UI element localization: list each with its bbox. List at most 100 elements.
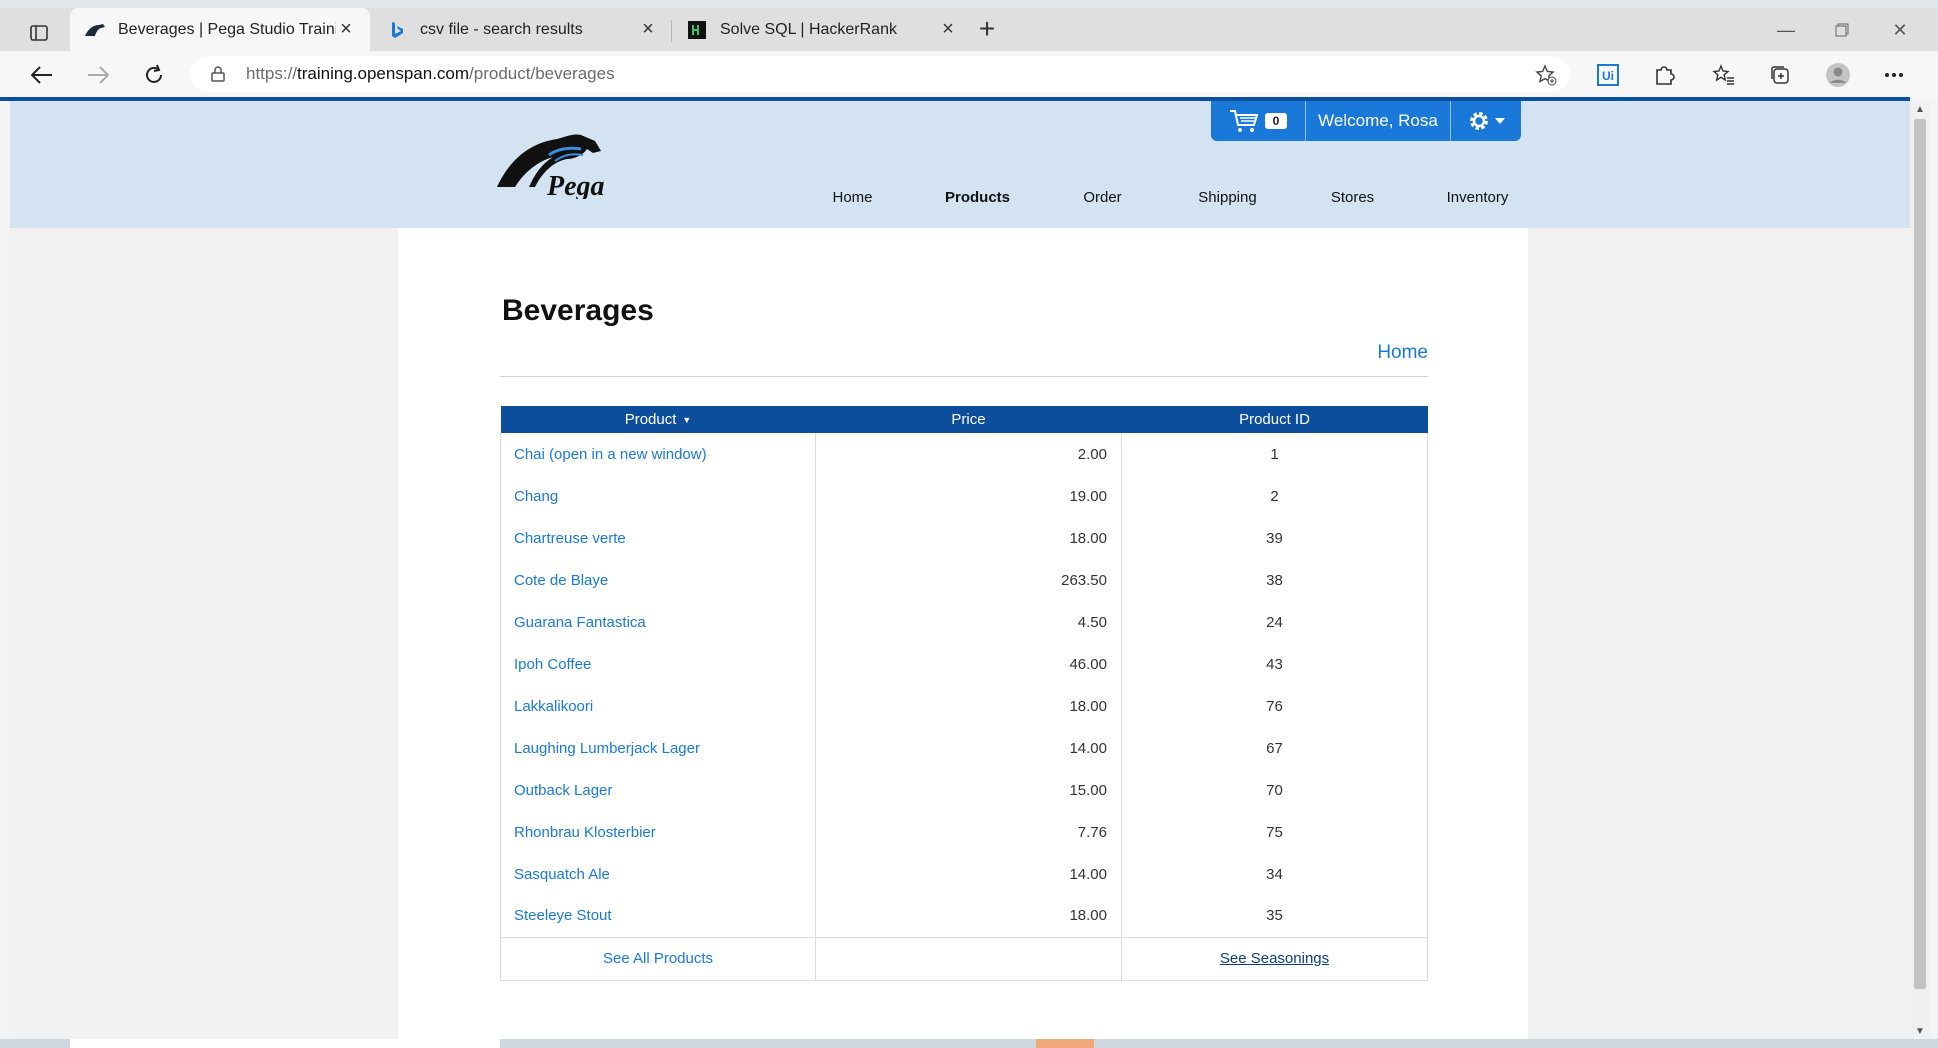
minimize-button[interactable]: — [1766, 16, 1806, 44]
footer-empty-cell [815, 936, 1122, 981]
product-name-link[interactable]: Chang [500, 475, 816, 517]
bing-icon [386, 19, 408, 41]
nav-shipping[interactable]: Shipping [1165, 189, 1290, 213]
table-row: Ipoh Coffee 46.00 43 [500, 643, 1428, 685]
table-row: Laughing Lumberjack Lager 14.00 67 [500, 727, 1428, 769]
table-row: Chartreuse verte 18.00 39 [500, 517, 1428, 559]
home-link[interactable]: Home [1377, 342, 1428, 364]
address-bar[interactable]: https://training.openspan.com/product/be… [190, 56, 1570, 92]
close-icon: ✕ [1892, 19, 1908, 40]
table-row: Chai (open in a new window) 2.00 1 [500, 433, 1428, 475]
extensions-icon[interactable] [1650, 61, 1678, 89]
close-window-button[interactable]: ✕ [1880, 16, 1920, 44]
table-row: Guarana Fantastica 4.50 24 [500, 601, 1428, 643]
page-viewport: Pega 0 Welcome, Rosa Home Products Order… [10, 101, 1910, 1039]
product-id: 2 [1121, 475, 1428, 517]
new-tab-button[interactable]: + [972, 13, 1002, 44]
nav-stores[interactable]: Stores [1290, 189, 1415, 213]
nav-inventory[interactable]: Inventory [1415, 189, 1540, 213]
product-id: 67 [1121, 727, 1428, 769]
scroll-down-icon[interactable]: ▼ [1910, 1023, 1930, 1039]
product-name-link[interactable]: Chai (open in a new window) [500, 433, 816, 475]
product-id: 1 [1121, 433, 1428, 475]
tab-beverages[interactable]: Beverages | Pega Studio Training × [70, 8, 370, 51]
add-favorite-icon[interactable] [1534, 63, 1558, 87]
close-tab-icon[interactable]: × [336, 18, 356, 40]
close-tab-icon[interactable]: × [938, 18, 958, 40]
product-id: 70 [1121, 769, 1428, 811]
tab-bing-search[interactable]: csv file - search results × [372, 8, 672, 51]
tab-hackerrank[interactable]: Solve SQL | HackerRank × [672, 8, 972, 51]
see-seasonings-link[interactable]: See Seasonings [1121, 936, 1428, 981]
nav-products[interactable]: Products [915, 189, 1040, 213]
products-table: Product ▼ Price Product ID Chai (open in … [500, 406, 1428, 981]
shopping-cart-icon [1229, 110, 1259, 132]
tab-strip: Beverages | Pega Studio Training × csv f… [0, 8, 1938, 51]
product-name-link[interactable]: Chartreuse verte [500, 517, 816, 559]
cart-count-badge: 0 [1264, 113, 1288, 129]
product-id: 39 [1121, 517, 1428, 559]
close-tab-icon[interactable]: × [638, 18, 658, 40]
minimize-icon: — [1777, 19, 1795, 40]
column-header-product[interactable]: Product ▼ [500, 406, 816, 433]
product-name-link[interactable]: Cote de Blaye [500, 559, 816, 601]
collections-icon[interactable] [1766, 61, 1794, 89]
product-price: 14.00 [815, 727, 1122, 769]
nav-order[interactable]: Order [1040, 189, 1165, 213]
product-name-link[interactable]: Ipoh Coffee [500, 643, 816, 685]
product-price: 7.76 [815, 811, 1122, 853]
back-arrow-icon [31, 66, 52, 84]
forward-button[interactable] [82, 59, 114, 91]
scroll-thumb[interactable] [1914, 119, 1926, 989]
nav-home[interactable]: Home [790, 189, 915, 213]
restore-button[interactable] [1822, 16, 1862, 44]
scroll-up-icon[interactable]: ▲ [1910, 101, 1930, 117]
product-price: 18.00 [815, 517, 1122, 559]
refresh-icon [146, 64, 162, 83]
column-header-price[interactable]: Price [815, 406, 1122, 433]
product-name-link[interactable]: Laughing Lumberjack Lager [500, 727, 816, 769]
uipath-extension-icon[interactable]: Ui [1594, 61, 1622, 89]
product-price: 263.50 [815, 559, 1122, 601]
profile-avatar-icon[interactable] [1824, 61, 1852, 89]
plus-icon: + [978, 13, 996, 44]
product-name-link[interactable]: Sasquatch Ale [500, 853, 816, 895]
product-name-link[interactable]: Lakkalikoori [500, 685, 816, 727]
cart-button[interactable]: 0 [1211, 101, 1306, 141]
product-name-link[interactable]: Outback Lager [500, 769, 816, 811]
favorites-icon[interactable] [1710, 61, 1738, 89]
product-id: 38 [1121, 559, 1428, 601]
product-price: 14.00 [815, 853, 1122, 895]
main-nav: Home Products Order Shipping Stores Inve… [790, 189, 1550, 213]
svg-text:Ui: Ui [1602, 69, 1614, 83]
pega-logo[interactable]: Pega [495, 129, 630, 202]
product-name-link[interactable]: Rhonbrau Klosterbier [500, 811, 816, 853]
settings-menu-button[interactable] [1451, 109, 1521, 133]
table-row: Outback Lager 15.00 70 [500, 769, 1428, 811]
product-price: 18.00 [815, 685, 1122, 727]
product-id: 76 [1121, 685, 1428, 727]
tab-title: Beverages | Pega Studio Training [118, 20, 336, 38]
gear-icon [1470, 112, 1488, 130]
table-row: Sasquatch Ale 14.00 34 [500, 853, 1428, 895]
welcome-user-link[interactable]: Welcome, Rosa [1306, 101, 1451, 141]
svg-text:Pega: Pega [546, 171, 605, 199]
forward-arrow-icon [88, 66, 109, 84]
product-name-link[interactable]: Guarana Fantastica [500, 601, 816, 643]
column-header-product-id[interactable]: Product ID [1121, 406, 1428, 433]
product-name-link[interactable]: Steeleye Stout [500, 895, 816, 938]
url-text: https://training.openspan.com/product/be… [246, 64, 615, 83]
vertical-scrollbar[interactable]: ▲ ▼ [1910, 101, 1930, 1039]
product-id: 34 [1121, 853, 1428, 895]
back-button[interactable] [26, 59, 58, 91]
table-row: Rhonbrau Klosterbier 7.76 75 [500, 811, 1428, 853]
refresh-button[interactable] [138, 59, 170, 91]
tab-title: Solve SQL | HackerRank [720, 20, 897, 38]
taskbar-item [1036, 1039, 1094, 1048]
more-options-icon[interactable] [1880, 61, 1908, 89]
tab-actions-button[interactable] [14, 18, 64, 48]
pega-horse-icon [84, 19, 106, 41]
lock-icon [208, 64, 228, 84]
product-id: 24 [1121, 601, 1428, 643]
see-all-products-link[interactable]: See All Products [500, 936, 816, 981]
